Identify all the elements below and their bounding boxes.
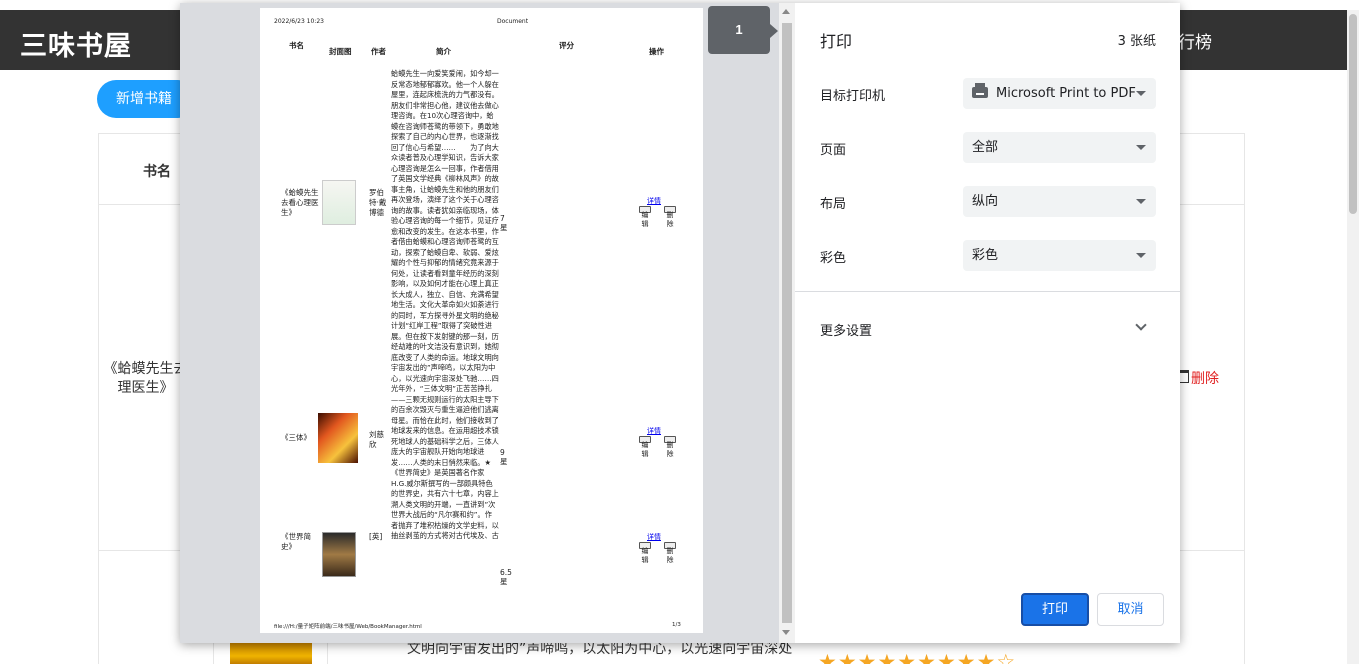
- preview-edit-button[interactable]: 编辑: [639, 441, 651, 459]
- preview-date: 2022/6/23 10:23: [274, 18, 324, 25]
- preview-header-score: 评分: [559, 41, 574, 50]
- dialog-title: 打印: [820, 32, 853, 51]
- preview-doc-title: Document: [497, 18, 529, 25]
- pages-label: 页面: [820, 143, 847, 158]
- pages-select[interactable]: 全部: [963, 132, 1156, 163]
- preview-book-author: 刘慈欣: [369, 430, 384, 449]
- layout-select[interactable]: 纵向: [963, 186, 1156, 217]
- print-dialog: 2022/6/23 10:23 Document 书名 封面图 作者 简介 评分…: [180, 3, 1180, 643]
- preview-book-score: 7星: [500, 214, 508, 232]
- page-number-badge: 1: [708, 6, 778, 54]
- row1-title-line2: 理医生》: [117, 380, 174, 396]
- print-preview-area: 2022/6/23 10:23 Document 书名 封面图 作者 简介 评分…: [180, 3, 795, 643]
- scroll-up-icon[interactable]: [782, 9, 790, 14]
- layout-label: 布局: [820, 197, 847, 212]
- chevron-down-icon[interactable]: [1135, 319, 1147, 331]
- preview-book-title: 《三体》: [281, 433, 311, 442]
- color-value: 彩色: [972, 248, 999, 263]
- preview-book-score: 9星: [500, 448, 508, 466]
- preview-book-title: 《世界简史》: [281, 532, 311, 551]
- table-header-name: 书名: [143, 164, 171, 180]
- dropdown-arrow-icon: [1136, 253, 1146, 258]
- color-label: 彩色: [820, 251, 847, 266]
- color-select[interactable]: 彩色: [963, 240, 1156, 271]
- preview-header-intro: 简介: [436, 47, 451, 56]
- book-cover-image: [322, 180, 356, 225]
- book-cover-image: [322, 532, 356, 577]
- preview-header-name: 书名: [289, 41, 304, 50]
- preview-book-author: [英]: [369, 532, 383, 541]
- preview-intro-text: 蛤蟆先生一向爱笑爱闹，如今却一反常态地郁郁寡欢。他一个人躲在屋里，连起床梳洗的力…: [391, 69, 499, 540]
- print-settings-panel: 打印 3 张纸 目标打印机 Microsoft Print to PDF 页面 …: [795, 3, 1180, 643]
- preview-detail-link[interactable]: 详情: [647, 532, 661, 542]
- printer-select[interactable]: Microsoft Print to PDF: [963, 78, 1156, 109]
- preview-edit-button[interactable]: 编辑: [639, 211, 651, 229]
- dropdown-arrow-icon: [1136, 91, 1146, 96]
- scroll-down-icon[interactable]: [782, 630, 790, 635]
- preview-edit-button[interactable]: 编辑: [639, 547, 651, 565]
- layout-value: 纵向: [972, 194, 999, 209]
- printer-icon: [972, 83, 988, 98]
- preview-scrollbar-thumb[interactable]: [782, 23, 792, 623]
- preview-delete-button[interactable]: 删除: [664, 547, 676, 565]
- preview-detail-link[interactable]: 详情: [647, 196, 661, 206]
- table-cell-title: 《蛤蟆先生去 理医生》: [103, 360, 188, 398]
- rating-stars: ★★★★★★★★★☆: [818, 651, 1017, 664]
- preview-header-ops: 操作: [649, 47, 664, 56]
- row1-title-line1: 《蛤蟆先生去: [103, 361, 188, 377]
- preview-footer-page: 1/3: [672, 622, 681, 628]
- printer-value: Microsoft Print to PDF: [996, 86, 1136, 101]
- dropdown-arrow-icon: [1136, 145, 1146, 150]
- book-cover-image: [318, 413, 358, 463]
- preview-page: 2022/6/23 10:23 Document 书名 封面图 作者 简介 评分…: [260, 8, 703, 633]
- printer-label: 目标打印机: [820, 89, 886, 104]
- nav-rank-link[interactable]: 行榜: [1178, 28, 1212, 53]
- cancel-button[interactable]: 取消: [1097, 593, 1164, 626]
- preview-footer-path: file:///H:/量子矩阵前端/三味书屋/Web/BookManager.h…: [274, 624, 422, 630]
- dropdown-arrow-icon: [1136, 199, 1146, 204]
- preview-delete-button[interactable]: 删除: [664, 441, 676, 459]
- settings-divider: [795, 291, 1180, 292]
- sheet-count: 3 张纸: [1117, 34, 1156, 49]
- pages-value: 全部: [972, 140, 999, 155]
- preview-header-cover: 封面图: [329, 47, 352, 56]
- preview-detail-link[interactable]: 详情: [647, 426, 661, 436]
- preview-book-score: 6.5星: [500, 568, 512, 586]
- preview-book-author: 罗伯特·戴博德: [369, 188, 387, 217]
- site-logo[interactable]: 三味书屋: [20, 24, 132, 63]
- preview-book-title: 《蛤蟆先生去看心理医生》: [281, 188, 319, 217]
- delete-link[interactable]: 删除: [1191, 368, 1219, 388]
- print-button[interactable]: 打印: [1021, 593, 1089, 626]
- more-settings-toggle[interactable]: 更多设置: [820, 320, 872, 339]
- preview-header-author: 作者: [371, 47, 386, 56]
- preview-delete-button[interactable]: 删除: [664, 211, 676, 229]
- page-scrollbar-thumb[interactable]: [1349, 14, 1357, 214]
